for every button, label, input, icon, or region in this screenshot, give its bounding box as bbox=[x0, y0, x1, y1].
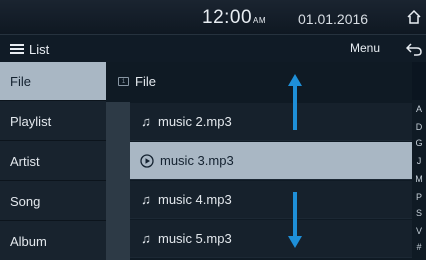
category-playlist[interactable]: Playlist bbox=[0, 102, 106, 141]
alpha-index-letter[interactable]: A bbox=[412, 104, 426, 114]
back-button[interactable] bbox=[404, 39, 424, 59]
header-bar: List Menu bbox=[0, 34, 426, 62]
list-item[interactable]: ♫ music 2.mp3 bbox=[130, 103, 412, 141]
home-icon bbox=[407, 9, 421, 24]
alpha-index-letter[interactable]: D bbox=[412, 122, 426, 132]
music-note-icon: ♫ bbox=[141, 114, 151, 129]
category-artist[interactable]: Artist bbox=[0, 142, 106, 181]
alpha-index-letter[interactable]: P bbox=[412, 192, 426, 202]
scroll-down-arrow-icon bbox=[288, 192, 302, 248]
clock-ampm: AM bbox=[253, 16, 267, 25]
alpha-index-letter[interactable]: S bbox=[412, 208, 426, 218]
home-button[interactable] bbox=[404, 6, 424, 28]
file-list: 1 File ♫ music 2.mp3 music 3.mp3 ♫ music… bbox=[106, 62, 412, 260]
category-file[interactable]: File bbox=[0, 62, 106, 101]
list-header: 1 File bbox=[106, 62, 412, 101]
back-arrow-icon bbox=[406, 43, 422, 56]
list-item-now-playing[interactable]: music 3.mp3 bbox=[130, 142, 412, 180]
music-note-icon: ♫ bbox=[141, 231, 151, 246]
alpha-index-letter[interactable]: V bbox=[412, 226, 426, 236]
list-item-title: music 3.mp3 bbox=[160, 153, 234, 168]
category-album[interactable]: Album bbox=[0, 222, 106, 260]
category-song[interactable]: Song bbox=[0, 182, 106, 221]
music-note-icon: ♫ bbox=[141, 192, 151, 207]
list-item[interactable]: ♫ music 5.mp3 bbox=[130, 220, 412, 258]
status-bar: 12:00AM 01.01.2016 bbox=[0, 0, 426, 34]
alphabet-index[interactable]: A D G J M P S V # bbox=[412, 100, 426, 260]
clock-time: 12:00 bbox=[202, 7, 253, 28]
folder-badge: 1 bbox=[121, 78, 126, 85]
folder-icon: 1 bbox=[118, 77, 129, 86]
alpha-index-letter[interactable]: M bbox=[412, 174, 426, 184]
alpha-index-letter[interactable]: J bbox=[412, 156, 426, 166]
date: 01.01.2016 bbox=[298, 11, 369, 27]
alpha-index-letter[interactable]: G bbox=[412, 138, 426, 148]
scroll-up-arrow-icon bbox=[288, 74, 302, 130]
list-item-title: music 5.mp3 bbox=[158, 231, 232, 246]
list-button-label: List bbox=[29, 41, 50, 57]
list-header-label: File bbox=[135, 74, 156, 89]
alpha-index-letter[interactable]: # bbox=[412, 242, 426, 252]
play-circle-icon bbox=[140, 153, 154, 168]
list-item-title: music 4.mp3 bbox=[158, 192, 232, 207]
category-sidebar: File Playlist Artist Song Album bbox=[0, 62, 106, 260]
media-list-screen: 12:00AM 01.01.2016 List Menu File Playli… bbox=[0, 0, 426, 260]
list-item-title: music 2.mp3 bbox=[158, 114, 232, 129]
hamburger-icon bbox=[10, 44, 24, 54]
menu-button[interactable]: Menu bbox=[350, 41, 380, 55]
list-item[interactable]: ♫ music 4.mp3 bbox=[130, 181, 412, 219]
list-button[interactable]: List bbox=[10, 39, 49, 59]
clock: 12:00AM bbox=[202, 7, 266, 29]
list-gutter bbox=[106, 102, 130, 260]
